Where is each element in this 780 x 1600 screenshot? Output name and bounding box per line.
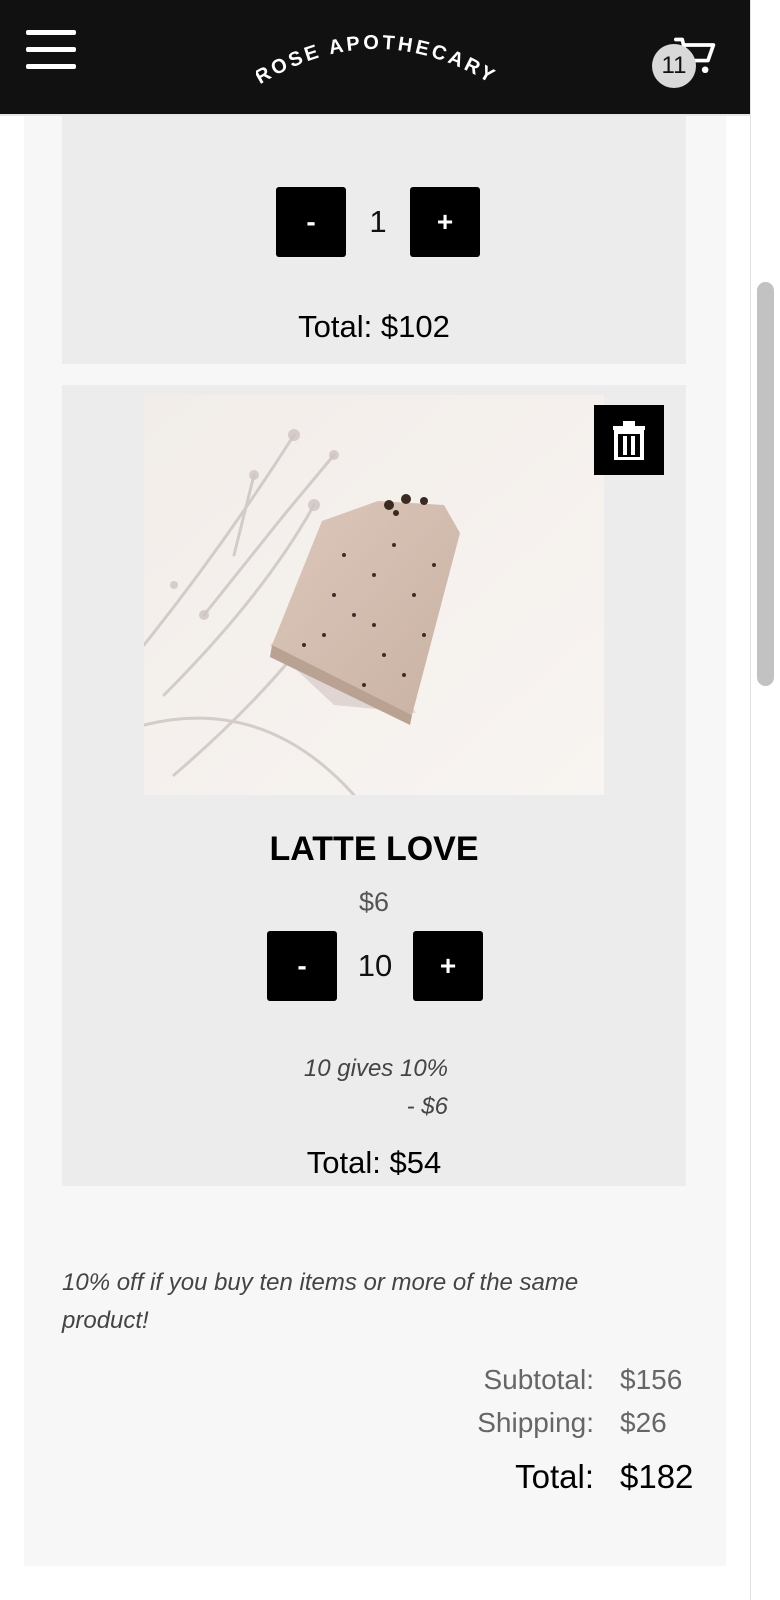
cart-button[interactable]: 11	[650, 30, 724, 92]
item-total: Total: $54	[306, 1145, 442, 1180]
discount-text: 10 gives 10%	[303, 1055, 448, 1082]
product-image[interactable]	[144, 395, 604, 795]
trash-icon	[613, 421, 645, 460]
quantity-stepper: - 1 +	[276, 187, 480, 257]
decrement-button[interactable]: -	[276, 187, 346, 257]
grand-total-label: Total:	[515, 1458, 594, 1495]
hamburger-menu-icon[interactable]	[26, 30, 76, 70]
decrement-button[interactable]: -	[267, 931, 337, 1001]
cart-count-badge: 11	[652, 44, 696, 88]
product-name[interactable]: LATTE LOVE	[62, 830, 686, 869]
item-total: Total: $102	[298, 309, 450, 344]
cart-item-card: LATTE LOVE $6 - 10 + 10 gives 10% - $6 T…	[62, 385, 686, 1186]
scrollbar-thumb[interactable]	[757, 282, 774, 686]
cart-panel: - 1 + Total: $102 LATTE LOVE $6 - 10 + 1…	[24, 116, 726, 1566]
quantity-stepper: - 10 +	[267, 931, 483, 1001]
grand-total-value: $182	[620, 1458, 694, 1495]
quantity-value: 10	[357, 948, 393, 983]
svg-text:ROSE APOTHECARY: ROSE APOTHECARY	[256, 32, 496, 89]
increment-button[interactable]: +	[413, 931, 483, 1001]
quantity-value: 1	[369, 204, 387, 239]
brand-logo[interactable]: ROSE APOTHECARY	[251, 24, 497, 94]
product-price: $6	[358, 887, 390, 917]
shipping-label: Shipping:	[477, 1407, 594, 1438]
site-header: ROSE APOTHECARY 11	[0, 0, 750, 116]
scrollbar-track[interactable]	[750, 0, 780, 1600]
subtotal-label: Subtotal:	[483, 1364, 594, 1395]
brand-logo-svg: ROSE APOTHECARY	[251, 32, 497, 89]
soap-bar-image	[144, 395, 604, 795]
promo-note: 10% off if you buy ten items or more of …	[62, 1269, 579, 1334]
increment-button[interactable]: +	[410, 187, 480, 257]
cart-item-card: - 1 + Total: $102	[62, 116, 686, 364]
discount-amount: - $6	[406, 1093, 448, 1120]
shipping-value: $26	[620, 1407, 667, 1438]
subtotal-value: $156	[620, 1364, 683, 1395]
delete-item-button[interactable]	[594, 405, 664, 475]
